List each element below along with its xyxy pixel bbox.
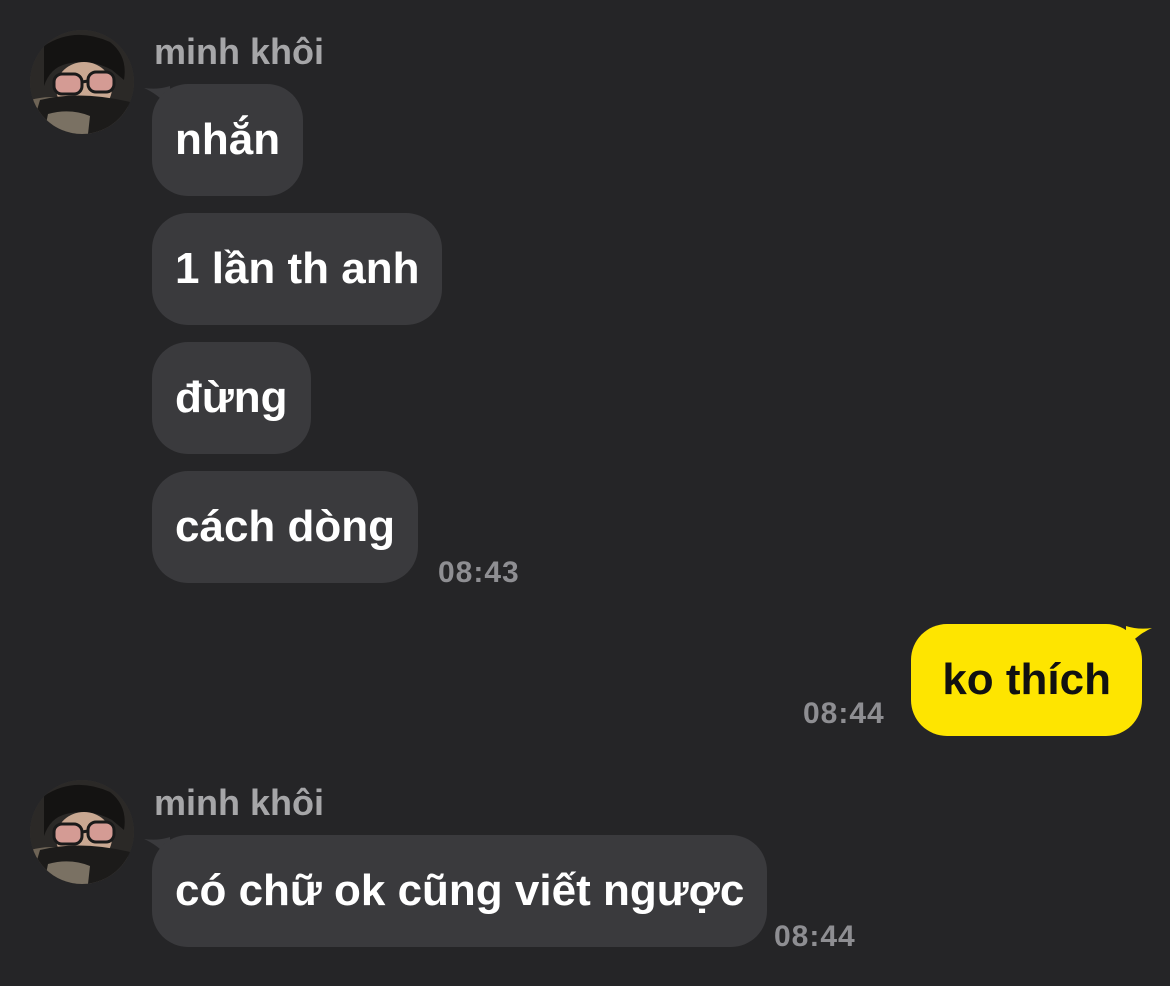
sender-name: minh khôi (154, 782, 324, 823)
message-text: đừng (175, 373, 288, 422)
avatar[interactable] (30, 30, 134, 134)
message-timestamp: 08:44 (774, 920, 856, 953)
bubble-tail-icon (1126, 626, 1152, 648)
message-bubble[interactable]: cách dòng (152, 471, 419, 583)
message-timestamp: 08:44 (803, 697, 885, 730)
message-text: cách dòng (175, 502, 396, 551)
message-text: nhắn (175, 115, 281, 164)
message-text: có chữ ok cũng viết ngược (175, 866, 745, 915)
avatar[interactable] (30, 780, 134, 884)
sender-name: minh khôi (154, 31, 324, 72)
message-text: 1 lần th anh (175, 244, 420, 293)
message-bubble[interactable]: đừng (152, 342, 311, 454)
avatar-photo-icon (30, 780, 134, 884)
message-bubble[interactable]: có chữ ok cũng viết ngược (152, 835, 768, 947)
message-timestamp: 08:43 (438, 556, 520, 589)
message-bubble[interactable]: 1 lần th anh (152, 213, 443, 325)
message-text: ko thích (942, 655, 1111, 704)
message-bubble-outgoing[interactable]: ko thích (911, 624, 1142, 736)
avatar-photo-icon (30, 30, 134, 134)
chat-thread[interactable]: minh khôi nhắn 1 lần th anh đừng cách dò… (0, 0, 1170, 986)
message-bubble[interactable]: nhắn (152, 84, 304, 196)
